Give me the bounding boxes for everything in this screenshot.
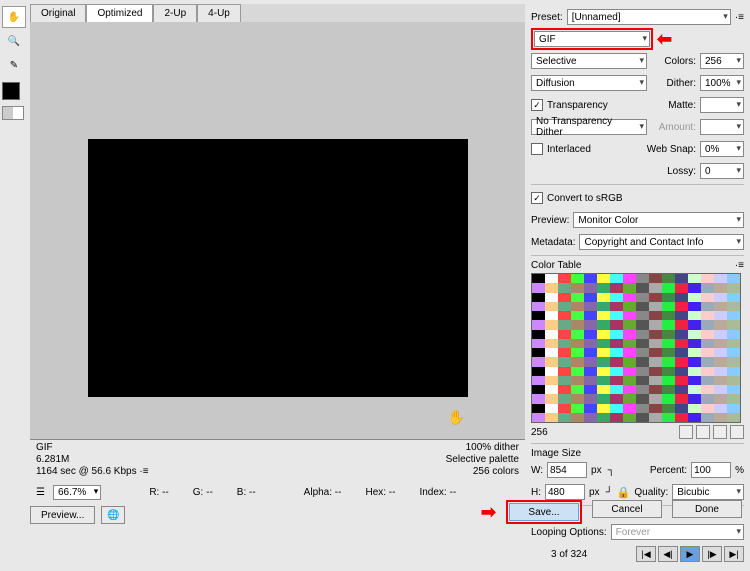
last-frame-button[interactable]: ▶| [724, 546, 744, 562]
color-table-title: Color Table [531, 260, 581, 271]
info-colors: 256 colors [473, 466, 519, 477]
next-frame-button[interactable]: |▶ [702, 546, 722, 562]
dither-label: Dither: [667, 78, 696, 89]
interlaced-label: Interlaced [547, 144, 591, 155]
width-label: W: [531, 465, 543, 476]
preset-label: Preset: [531, 12, 563, 23]
play-button[interactable]: ▶ [680, 546, 700, 562]
first-frame-button[interactable]: |◀ [636, 546, 656, 562]
info-timing: 1164 sec @ 56.6 Kbps ·≡ [36, 466, 149, 477]
preset-select[interactable]: [Unnamed] [567, 9, 731, 25]
readout-index: Index: -- [419, 487, 456, 498]
percent-unit: % [735, 465, 744, 476]
transparency-checkbox[interactable]: ✓ [531, 99, 543, 111]
tab-original[interactable]: Original [30, 4, 86, 22]
dialog-buttons: ➡ Save... Cancel Done [481, 500, 742, 524]
done-button[interactable]: Done [672, 500, 742, 518]
callout-arrow-save-icon: ➡ [481, 502, 496, 523]
tab-2up[interactable]: 2-Up [153, 4, 197, 22]
matte-select[interactable] [700, 97, 744, 113]
preview-label: Preview: [531, 215, 569, 226]
info-palette: Selective palette [446, 454, 519, 465]
image-size-title: Image Size [531, 448, 744, 459]
colors-label: Colors: [664, 56, 696, 67]
percent-label: Percent: [650, 465, 687, 476]
percent-input[interactable] [691, 462, 731, 478]
slice-visibility-icon[interactable] [2, 106, 24, 120]
bottom-left-actions: Preview... 🌐 [30, 506, 125, 524]
quality-label: Quality: [634, 487, 668, 498]
color-table-count: 256 [531, 427, 548, 438]
zoom-tool-icon[interactable]: 🔍 [2, 30, 26, 52]
frame-indicator: 3 of 324 [551, 549, 587, 560]
transparency-label: Transparency [547, 100, 608, 111]
quality-select[interactable]: Bicubic [672, 484, 744, 500]
eyedropper-color-swatch[interactable] [2, 82, 20, 100]
matte-label: Matte: [668, 100, 696, 111]
readout-g: G: -- [193, 487, 213, 498]
map-color-icon[interactable] [696, 425, 710, 439]
tab-optimized[interactable]: Optimized [86, 4, 153, 22]
height-label: H: [531, 487, 541, 498]
lossy-select[interactable]: 0 [700, 163, 744, 179]
width-input[interactable] [547, 462, 587, 478]
image-canvas[interactable]: ✋ [30, 22, 525, 454]
preview-select[interactable]: Monitor Color [573, 212, 744, 228]
prev-frame-button[interactable]: ◀| [658, 546, 678, 562]
readout-r: R: -- [149, 487, 168, 498]
format-select[interactable]: GIF [534, 31, 650, 47]
colors-select[interactable]: 256 [700, 53, 744, 69]
tools-sidebar: ✋ 🔍 ✎ [0, 4, 28, 122]
menu-icon[interactable]: ☰ [36, 487, 45, 498]
lock-color-icon[interactable] [679, 425, 693, 439]
looping-label: Looping Options: [531, 527, 607, 538]
preview-info-bar: GIF 6.281M 1164 sec @ 56.6 Kbps ·≡ 100% … [30, 439, 525, 479]
eyedropper-tool-icon[interactable]: ✎ [2, 54, 26, 76]
convert-srgb-checkbox[interactable]: ✓ [531, 192, 543, 204]
callout-arrow-icon: ⬅ [657, 29, 672, 50]
color-table-grid[interactable] [531, 273, 741, 423]
info-format: GIF [36, 442, 149, 453]
dither-select[interactable]: 100% [700, 75, 744, 91]
websnap-label: Web Snap: [647, 144, 696, 155]
status-bar: ☰ 66.7% R: -- G: -- B: -- Alpha: -- Hex:… [30, 482, 525, 502]
dither-method-select[interactable]: Diffusion [531, 75, 647, 91]
height-input[interactable] [545, 484, 585, 500]
save-button[interactable]: Save... [509, 503, 579, 521]
delete-color-icon[interactable] [730, 425, 744, 439]
preview-button[interactable]: Preview... [30, 506, 95, 524]
metadata-label: Metadata: [531, 237, 575, 248]
cancel-button[interactable]: Cancel [592, 500, 662, 518]
interlaced-checkbox[interactable] [531, 143, 543, 155]
amount-label: Amount: [659, 122, 696, 133]
px-unit: px [591, 465, 602, 476]
amount-select [700, 119, 744, 135]
preview-image [88, 139, 468, 397]
websnap-select[interactable]: 0% [700, 141, 744, 157]
settings-panel: Preset: [Unnamed] ·≡ GIF ⬅ Selective Col… [525, 4, 750, 571]
looping-select[interactable]: Forever [611, 524, 744, 540]
preview-area: Original Optimized 2-Up 4-Up ✋ GIF 6.281… [30, 4, 525, 479]
hand-tool-icon[interactable]: ✋ [2, 6, 26, 28]
add-color-icon[interactable] [713, 425, 727, 439]
metadata-select[interactable]: Copyright and Contact Info [579, 234, 744, 250]
readout-hex: Hex: -- [365, 487, 395, 498]
panel-menu-icon[interactable]: ·≡ [735, 12, 744, 23]
transparency-dither-select[interactable]: No Transparency Dither [531, 119, 647, 135]
zoom-select[interactable]: 66.7% [53, 485, 101, 500]
color-table-menu-icon[interactable]: ·≡ [735, 260, 744, 271]
tab-4up[interactable]: 4-Up [197, 4, 241, 22]
lossy-label: Lossy: [667, 166, 696, 177]
constrain-lock-icon[interactable]: 🔒 [617, 486, 631, 499]
info-dither: 100% dither [466, 442, 519, 453]
px-unit-2: px [589, 487, 600, 498]
info-size: 6.281M [36, 454, 149, 465]
hand-cursor-icon: ✋ [448, 409, 465, 426]
readout-b: B: -- [237, 487, 256, 498]
browser-preview-button[interactable]: 🌐 [101, 506, 125, 524]
convert-srgb-label: Convert to sRGB [547, 193, 623, 204]
reduction-select[interactable]: Selective [531, 53, 647, 69]
readout-alpha: Alpha: -- [304, 487, 342, 498]
preview-tabs: Original Optimized 2-Up 4-Up [30, 4, 525, 22]
